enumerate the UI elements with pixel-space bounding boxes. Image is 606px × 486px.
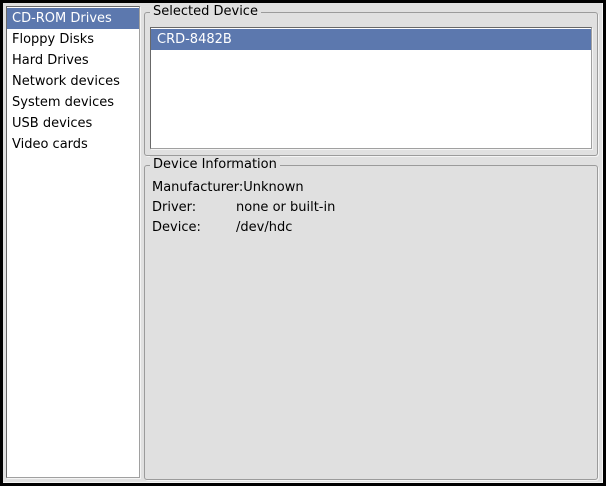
selected-device-frame-label: Selected Device xyxy=(150,3,261,21)
sidebar-item-cdrom-drives[interactable]: CD-ROM Drives xyxy=(7,8,139,29)
device-info-value-device: /dev/hdc xyxy=(236,218,292,238)
device-info-row-device: Device: /dev/hdc xyxy=(152,218,591,238)
sidebar-item-usb-devices[interactable]: USB devices xyxy=(7,113,139,134)
device-info-label-manufacturer: Manufacturer: xyxy=(152,178,243,198)
device-information-frame: Device Information Manufacturer: Unknown… xyxy=(144,165,598,480)
device-info-fields: Manufacturer: Unknown Driver: none or bu… xyxy=(152,178,591,238)
device-info-label-driver: Driver: xyxy=(152,198,236,218)
device-info-value-manufacturer: Unknown xyxy=(243,178,303,198)
sidebar-item-video-cards[interactable]: Video cards xyxy=(7,134,139,155)
device-information-frame-label: Device Information xyxy=(150,156,280,174)
device-info-row-driver: Driver: none or built-in xyxy=(152,198,591,218)
device-info-label-device: Device: xyxy=(152,218,236,238)
device-info-row-manufacturer: Manufacturer: Unknown xyxy=(152,178,591,198)
device-list[interactable]: CRD-8482B xyxy=(150,27,592,149)
sidebar-item-system-devices[interactable]: System devices xyxy=(7,92,139,113)
device-info-value-driver: none or built-in xyxy=(236,198,335,218)
hardware-browser-window: CD-ROM Drives Floppy Disks Hard Drives N… xyxy=(3,3,603,483)
device-list-item[interactable]: CRD-8482B xyxy=(151,29,591,50)
device-category-list[interactable]: CD-ROM Drives Floppy Disks Hard Drives N… xyxy=(6,6,140,478)
sidebar-item-hard-drives[interactable]: Hard Drives xyxy=(7,50,139,71)
sidebar-item-floppy-disks[interactable]: Floppy Disks xyxy=(7,29,139,50)
selected-device-frame: Selected Device CRD-8482B xyxy=(144,12,598,156)
sidebar-item-network-devices[interactable]: Network devices xyxy=(7,71,139,92)
